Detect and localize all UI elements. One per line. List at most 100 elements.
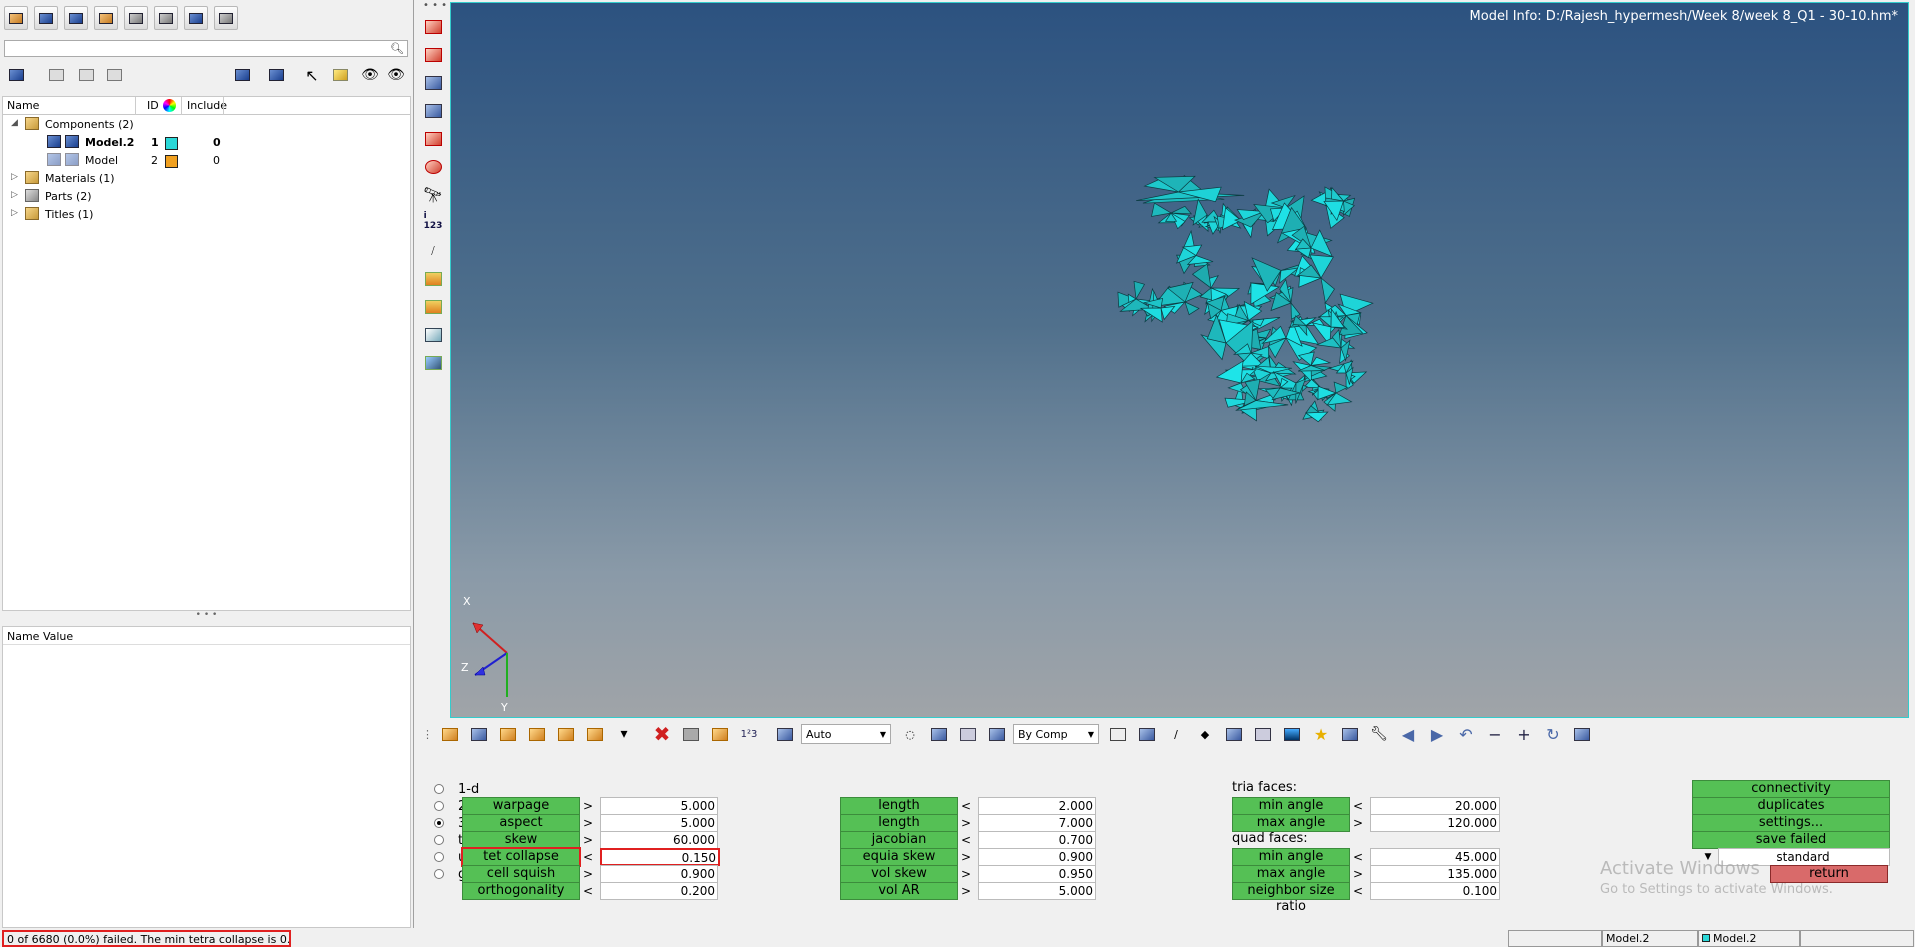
- threshold-field[interactable]: 0.150: [600, 848, 720, 866]
- expand-icon[interactable]: ▷: [11, 190, 18, 200]
- tet-face[interactable]: [1184, 301, 1200, 316]
- tet-face[interactable]: [1294, 247, 1312, 259]
- comparison-toggle[interactable]: >: [1352, 814, 1364, 832]
- element-check-icon[interactable]: [421, 128, 445, 150]
- info-count-icon[interactable]: i 123: [421, 210, 445, 232]
- hide-icon[interactable]: [102, 64, 126, 86]
- threshold-field[interactable]: 5.000: [600, 814, 718, 832]
- action-button-1[interactable]: duplicates: [1692, 797, 1890, 815]
- action-button-0[interactable]: connectivity: [1692, 780, 1890, 798]
- radio-indicator[interactable]: [434, 869, 444, 879]
- dim-radio-0[interactable]: 1-d: [434, 780, 479, 798]
- back-arrow-icon[interactable]: ◀: [1395, 723, 1421, 745]
- search-icon[interactable]: 🔍︎: [390, 42, 404, 55]
- criterion-button[interactable]: min angle: [1232, 797, 1350, 815]
- line-style-icon[interactable]: ∕: [1163, 723, 1189, 745]
- comparison-toggle[interactable]: <: [1352, 882, 1364, 900]
- threshold-field[interactable]: 120.000: [1370, 814, 1500, 832]
- collapse-icon[interactable]: ◢: [11, 118, 18, 128]
- shaded-icon[interactable]: [1134, 723, 1160, 745]
- id-column-header[interactable]: ID: [147, 99, 159, 112]
- solver-icon[interactable]: [553, 723, 579, 745]
- action-button-3[interactable]: save failed: [1692, 831, 1890, 849]
- isolate-icon[interactable]: [74, 64, 98, 86]
- tet-face[interactable]: [1191, 263, 1212, 289]
- model-browser-tab-icon[interactable]: [4, 6, 28, 30]
- tree-row-parts[interactable]: ▷ Parts (2): [3, 187, 410, 205]
- auto-select-dropdown[interactable]: Auto ▼: [801, 724, 891, 744]
- threshold-field[interactable]: 0.200: [600, 882, 718, 900]
- expand-icon[interactable]: ▷: [11, 172, 18, 182]
- criterion-button[interactable]: aspect: [462, 814, 580, 832]
- export-icon[interactable]: [524, 723, 550, 745]
- threshold-field[interactable]: 45.000: [1370, 848, 1500, 866]
- criterion-button[interactable]: cell squish: [462, 865, 580, 883]
- radio-indicator[interactable]: [434, 818, 444, 828]
- tet-face[interactable]: [1310, 356, 1332, 366]
- wireframe-icon[interactable]: [1105, 723, 1131, 745]
- radio-indicator[interactable]: [434, 801, 444, 811]
- selection-mode-icon[interactable]: [772, 723, 798, 745]
- return-button[interactable]: return: [1770, 865, 1888, 883]
- normals-icon[interactable]: [421, 156, 445, 178]
- comparison-toggle[interactable]: >: [960, 882, 972, 900]
- shrink-icon[interactable]: [1250, 723, 1276, 745]
- wrench-icon[interactable]: 🔧︎: [1366, 723, 1392, 745]
- threshold-field[interactable]: 5.000: [600, 797, 718, 815]
- view-icon[interactable]: [4, 64, 28, 86]
- check-elems-icon[interactable]: [421, 44, 445, 66]
- display-mode-icon[interactable]: [230, 64, 254, 86]
- color-mode-dropdown[interactable]: By Comp ▼: [1013, 724, 1099, 744]
- open-icon[interactable]: [437, 723, 463, 745]
- tet-face[interactable]: [1170, 205, 1193, 215]
- criterion-button[interactable]: length: [840, 814, 958, 832]
- label-abc-red-icon[interactable]: [421, 296, 445, 318]
- criterion-button[interactable]: jacobian: [840, 831, 958, 849]
- criterion-button[interactable]: vol skew: [840, 865, 958, 883]
- tree-row-component[interactable]: Model.2 1 0: [3, 133, 410, 151]
- radio-indicator[interactable]: [434, 852, 444, 862]
- comparison-toggle[interactable]: >: [582, 797, 594, 815]
- entity-state-tab-icon[interactable]: [184, 6, 208, 30]
- criterion-button[interactable]: neighbor size ratio: [1232, 882, 1350, 914]
- tet-face[interactable]: [1320, 277, 1335, 304]
- monitor-icon[interactable]: [1279, 723, 1305, 745]
- view-cube-icon[interactable]: [1569, 723, 1595, 745]
- graphics-viewport[interactable]: Model Info: D:/Rajesh_hypermesh/Week 8/w…: [450, 2, 1909, 718]
- comparison-toggle[interactable]: >: [960, 848, 972, 866]
- utility-tab-icon[interactable]: [34, 6, 58, 30]
- include-column-header[interactable]: Include: [187, 99, 227, 112]
- criterion-button[interactable]: max angle: [1232, 865, 1350, 883]
- component-color-swatch[interactable]: [165, 155, 178, 168]
- undo-list-icon[interactable]: ▾: [611, 723, 637, 745]
- eye-one-icon[interactable]: 👁︎: [384, 64, 408, 86]
- solver-tab-icon[interactable]: [94, 6, 118, 30]
- import-icon[interactable]: [466, 723, 492, 745]
- comparison-toggle[interactable]: >: [1352, 865, 1364, 883]
- criterion-button[interactable]: skew: [462, 831, 580, 849]
- numbers-icon[interactable]: 1²3: [736, 723, 762, 745]
- comparison-toggle[interactable]: >: [582, 831, 594, 849]
- surface-icon[interactable]: [926, 723, 952, 745]
- undo-icon[interactable]: ↶: [1453, 723, 1479, 745]
- comparison-toggle[interactable]: <: [582, 882, 594, 900]
- comparison-toggle[interactable]: <: [960, 831, 972, 849]
- delete-icon[interactable]: ✖: [649, 722, 675, 746]
- label-abc-icon[interactable]: [421, 268, 445, 290]
- color-by-icon[interactable]: [984, 723, 1010, 745]
- threshold-field[interactable]: 5.000: [978, 882, 1096, 900]
- zoom-out-icon[interactable]: −: [1482, 723, 1508, 745]
- mesh-cleanup-icon[interactable]: [421, 100, 445, 122]
- threshold-field[interactable]: 0.900: [978, 848, 1096, 866]
- radio-indicator[interactable]: [434, 784, 444, 794]
- threshold-field[interactable]: 60.000: [600, 831, 718, 849]
- comparison-toggle[interactable]: >: [960, 814, 972, 832]
- tree-row-components[interactable]: ◢ Components (2): [3, 115, 410, 133]
- tet-face[interactable]: [1133, 280, 1146, 301]
- tet-face[interactable]: [1151, 202, 1172, 217]
- mesh-mode-icon[interactable]: [264, 64, 288, 86]
- tree-row-titles[interactable]: ▷ Titles (1): [3, 205, 410, 223]
- mesh-edit-icon[interactable]: [421, 72, 445, 94]
- threshold-field[interactable]: 7.000: [978, 814, 1096, 832]
- threshold-field[interactable]: 0.700: [978, 831, 1096, 849]
